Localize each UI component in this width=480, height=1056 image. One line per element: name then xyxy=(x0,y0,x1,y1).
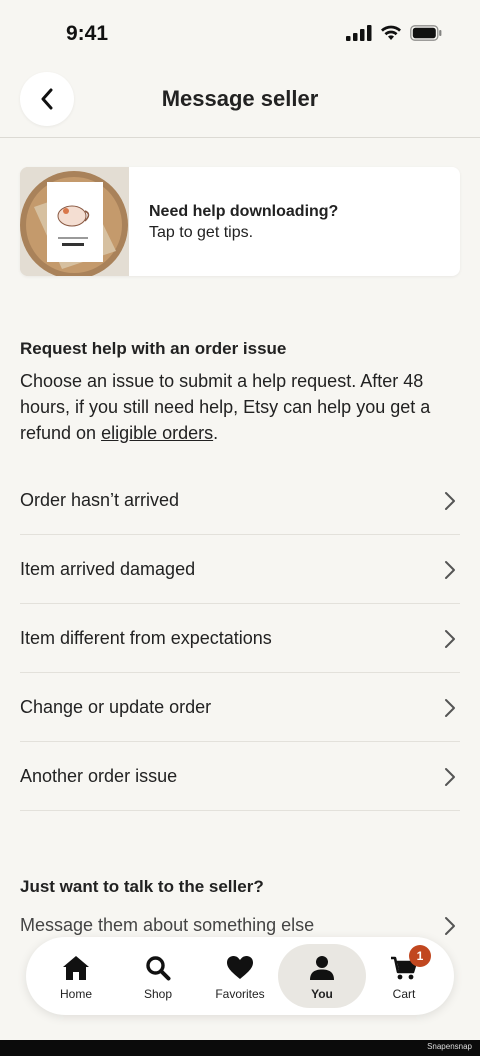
seller-heading: Just want to talk to the seller? xyxy=(20,877,264,896)
bottom-strip: Snapensnap xyxy=(0,1040,480,1056)
tab-label: Favorites xyxy=(215,987,265,1001)
tab-label: You xyxy=(311,987,333,1001)
status-time: 9:41 xyxy=(66,22,109,45)
status-bar: 9:41 xyxy=(0,0,480,70)
birthday-card-image xyxy=(20,167,129,276)
order-issue-heading: Request help with an order issue xyxy=(20,339,287,358)
eligible-orders-link[interactable]: eligible orders xyxy=(101,423,213,443)
issue-label: Another order issue xyxy=(20,766,178,786)
order-issue-description: Choose an issue to submit a help request… xyxy=(20,368,460,446)
message-seller-item[interactable]: Message them about something else xyxy=(20,910,460,940)
issue-label: Item arrived damaged xyxy=(20,559,196,579)
issue-label: Change or update order xyxy=(20,697,212,717)
tab-cart[interactable]: 1 Cart xyxy=(360,944,448,1008)
person-icon xyxy=(310,956,334,980)
issue-label: Order hasn’t arrived xyxy=(20,490,180,510)
battery-icon xyxy=(410,25,442,41)
heart-icon xyxy=(227,956,253,979)
chevron-right-icon xyxy=(445,768,455,786)
page-title: Message seller xyxy=(161,86,319,111)
signal-icon xyxy=(346,25,372,41)
chevron-right-icon xyxy=(445,492,455,510)
tab-you[interactable]: You xyxy=(278,944,366,1008)
product-thumbnail xyxy=(20,167,129,276)
tab-home[interactable]: Home xyxy=(32,944,120,1008)
tab-label: Cart xyxy=(392,987,416,1001)
tab-favorites[interactable]: Favorites xyxy=(196,944,284,1008)
help-card-subtitle: Tap to get tips. xyxy=(149,224,254,241)
home-icon xyxy=(63,956,89,980)
issue-item-change-order[interactable]: Change or update order xyxy=(20,673,460,742)
description-end: . xyxy=(213,423,219,443)
message-seller-label: Message them about something else xyxy=(20,915,315,935)
issue-list: Order hasn’t arrived Item arrived damage… xyxy=(20,466,460,811)
tab-label: Home xyxy=(59,987,92,1001)
issue-label: Item different from expectations xyxy=(20,628,272,648)
tab-label: Shop xyxy=(143,987,173,1001)
header: Message seller xyxy=(0,70,480,138)
description-text: Choose an issue to submit a help request… xyxy=(20,371,431,443)
tab-shop[interactable]: Shop xyxy=(114,944,202,1008)
watermark: Snapensnap xyxy=(427,1042,472,1051)
cart-count-badge: 1 xyxy=(409,945,431,967)
status-icons xyxy=(346,25,442,41)
help-card[interactable]: Need help downloading? Tap to get tips. xyxy=(20,167,460,276)
issue-item-different[interactable]: Item different from expectations xyxy=(20,604,460,673)
chevron-right-icon xyxy=(445,917,455,935)
issue-item-damaged[interactable]: Item arrived damaged xyxy=(20,535,460,604)
chevron-right-icon xyxy=(445,630,455,648)
issue-item-not-arrived[interactable]: Order hasn’t arrived xyxy=(20,466,460,535)
chevron-right-icon xyxy=(445,561,455,579)
wifi-icon xyxy=(381,25,401,40)
help-card-title: Need help downloading? xyxy=(149,203,339,220)
issue-item-another[interactable]: Another order issue xyxy=(20,742,460,811)
chevron-right-icon xyxy=(445,699,455,717)
tab-bar: Home Shop Favorites You 1 Cart xyxy=(26,937,454,1015)
search-icon xyxy=(146,956,171,981)
